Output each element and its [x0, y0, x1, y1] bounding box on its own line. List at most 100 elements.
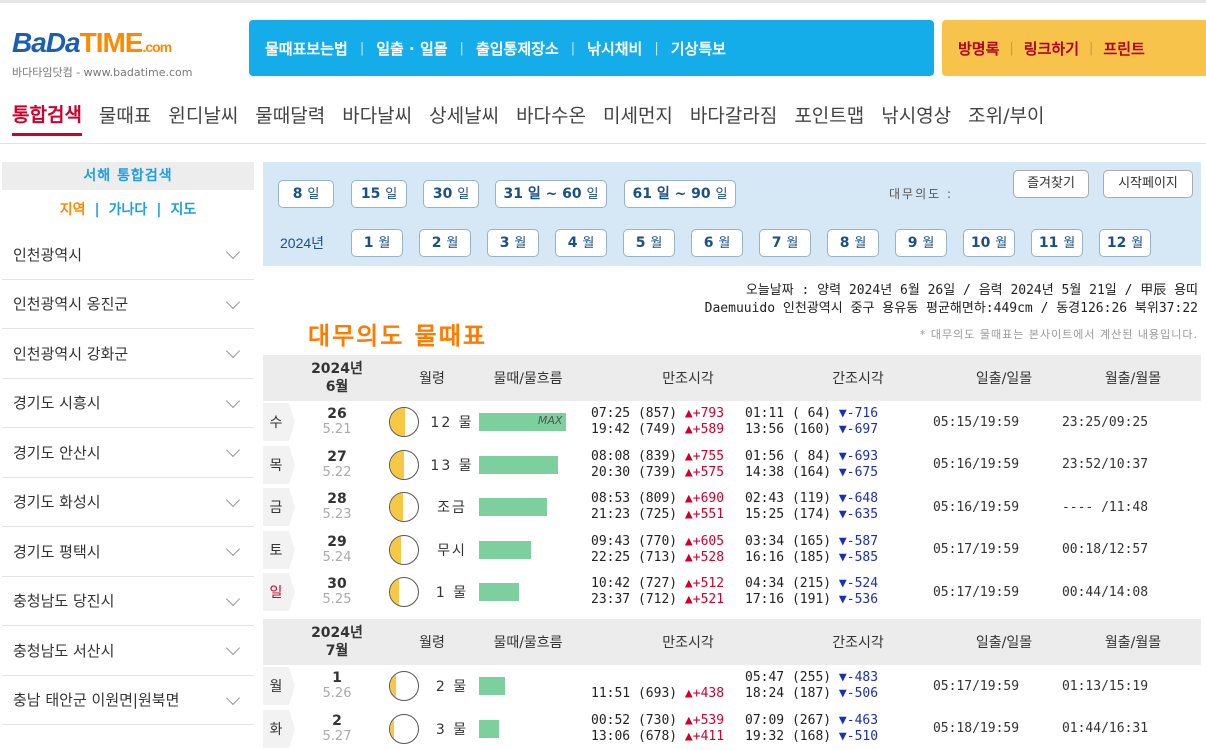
high-tide-line: 19:42 (749) ▲+589 — [591, 422, 745, 438]
topnav-item[interactable]: 기상특보 — [671, 38, 726, 59]
main-tab[interactable]: 바다갈라짐 — [690, 101, 777, 134]
high-tide-time: 13:06 (678) — [591, 729, 685, 744]
main-tab[interactable]: 상세날씨 — [429, 101, 499, 134]
favorite-button[interactable]: 즐겨찾기 — [1013, 170, 1089, 198]
range-number: 61 일 ~ 90 — [632, 186, 715, 202]
region-label: 경기도 시흥시 — [13, 392, 101, 413]
month-button[interactable]: 1 월 — [351, 229, 403, 257]
date-cell: 275.22 — [291, 449, 383, 481]
low-tide-line: 04:34 (215) ▼-524 — [745, 576, 915, 592]
month-button[interactable]: 12 월 — [1099, 229, 1151, 257]
topnav-item[interactable]: 물때표보는법 — [265, 38, 348, 59]
sidebar-region-item[interactable]: 충청남도 서산시 — [2, 626, 254, 676]
utility-link[interactable]: 프린트 — [1103, 38, 1144, 59]
month-button[interactable]: 5 월 — [623, 229, 675, 257]
high-tide-diff: ▲+528 — [685, 550, 724, 565]
homepage-button[interactable]: 시작페이지 — [1103, 170, 1193, 198]
moon-phase-icon — [389, 714, 419, 744]
utility-link[interactable]: 링크하기 — [1024, 38, 1079, 59]
topnav-item[interactable]: 일출 · 일몰 — [376, 38, 447, 59]
sunrise-sunset: 05:16/19:59 — [915, 457, 1037, 472]
main-tab[interactable]: 조위/부이 — [968, 101, 1044, 134]
weekday-label: 목 — [263, 446, 289, 484]
sidebar-region-item[interactable]: 경기도 평택시 — [2, 527, 254, 577]
main-tab[interactable]: 바다수온 — [516, 101, 586, 134]
chevron-down-icon — [226, 691, 240, 705]
sidebar-region-item[interactable]: 인천광역시 옹진군 — [2, 280, 254, 330]
main-tab[interactable]: 윈디날씨 — [168, 101, 238, 134]
tide-cell: 13 물 — [425, 455, 575, 475]
topnav-item[interactable]: 출입통제장소 — [476, 38, 559, 59]
range-button[interactable]: 31 일 ~ 60 일 — [495, 180, 607, 208]
sort-region-link[interactable]: 지역 — [60, 202, 86, 218]
month-button[interactable]: 10 월 — [963, 229, 1015, 257]
moon-lit-area — [390, 578, 399, 606]
month-button[interactable]: 3 월 — [487, 229, 539, 257]
solar-date: 2 — [291, 713, 383, 729]
month-button[interactable]: 8 월 — [827, 229, 879, 257]
low-tide-diff: ▼-716 — [839, 406, 878, 421]
moon-lit-area — [390, 408, 405, 436]
high-tide-time: 23:37 (712) — [591, 592, 685, 607]
high-tide-line: 09:43 (770) ▲+605 — [591, 534, 745, 550]
month-button[interactable]: 11 월 — [1031, 229, 1083, 257]
sidebar-region-item[interactable]: 경기도 화성시 — [2, 478, 254, 528]
moonrise-moonset: 23:25/09:25 — [1037, 415, 1173, 430]
month-button[interactable]: 4 월 — [555, 229, 607, 257]
low-tide-diff: ▼-693 — [839, 449, 878, 464]
topnav-item[interactable]: 낚시채비 — [587, 38, 642, 59]
site-logo[interactable]: BaDaTIME.com 바다타임닷컴 - www.badatime.com — [12, 28, 192, 80]
low-tide-time: 17:16 (191) — [745, 592, 839, 607]
moon-phase-icon — [389, 535, 419, 565]
site-header: BaDaTIME.com 바다타임닷컴 - www.badatime.com 물… — [0, 0, 1206, 90]
high-tide-diff: ▲+438 — [685, 686, 724, 701]
tide-cell: 2 물 — [425, 676, 575, 696]
month-button[interactable]: 2 월 — [419, 229, 471, 257]
low-tide-cell: 01:11 ( 64) ▼-71613:56 (160) ▼-697 — [745, 406, 915, 438]
main-tab[interactable]: 통합검색 — [12, 100, 82, 136]
high-tide-cell: 08:08 (839) ▲+75520:30 (739) ▲+575 — [575, 449, 745, 481]
moon-lit-area — [390, 715, 394, 743]
sidebar-region-item[interactable]: 인천광역시 — [2, 230, 254, 280]
sunrise-sunset: 05:18/19:59 — [915, 721, 1037, 736]
sidebar-region-item[interactable]: 충청남도 당진시 — [2, 577, 254, 627]
date-info: 오늘날짜 : 양력 2024년 6월 26일 / 음력 2024년 5월 21일… — [705, 282, 1198, 344]
sidebar-region-item[interactable]: 인천광역시 강화군 — [2, 329, 254, 379]
main-tab[interactable]: 물때달력 — [255, 101, 325, 134]
range-button[interactable]: 61 일 ~ 90 일 — [624, 180, 736, 208]
low-tide-time: 01:56 ( 84) — [745, 449, 839, 464]
main-tab[interactable]: 미세먼지 — [603, 101, 673, 134]
solar-date: 28 — [291, 491, 383, 507]
region-label: 충청남도 당진시 — [13, 590, 114, 611]
tide-flow-bar — [479, 541, 531, 559]
main-tab[interactable]: 포인트맵 — [794, 101, 864, 134]
sidebar-region-item[interactable]: 경기도 안산시 — [2, 428, 254, 478]
month-label-year: 2024년 — [263, 624, 411, 642]
high-tide-time: 19:42 (749) — [591, 422, 685, 437]
high-tide-diff: ▲+605 — [685, 534, 724, 549]
logo-text: BaDaTIME.com — [12, 28, 192, 62]
month-button[interactable]: 6 월 — [691, 229, 743, 257]
high-tide-line: 07:25 (857) ▲+793 — [591, 406, 745, 422]
month-button[interactable]: 9 월 — [895, 229, 947, 257]
tide-cell: 12 물MAX — [425, 412, 575, 432]
range-button[interactable]: 8 일 — [278, 180, 334, 208]
range-button[interactable]: 30 일 — [423, 180, 479, 208]
sidebar-region-item[interactable]: 경기도 시흥시 — [2, 379, 254, 429]
solar-date: 1 — [291, 670, 383, 686]
main-tab[interactable]: 낚시영상 — [881, 101, 951, 134]
lunar-date: 5.22 — [291, 465, 383, 481]
sort-alpha-link[interactable]: 가나다 — [109, 202, 148, 218]
low-tide-time: 04:34 (215) — [745, 576, 839, 591]
month-number: 12 — [1107, 235, 1131, 251]
sort-map-link[interactable]: 지도 — [170, 202, 196, 218]
main-tab[interactable]: 물때표 — [99, 101, 151, 134]
weekday-cell: 일 — [263, 573, 291, 611]
top-utility-bar: 방명록|링크하기|프린트 — [942, 20, 1206, 76]
month-button[interactable]: 7 월 — [759, 229, 811, 257]
main-tab[interactable]: 바다날씨 — [342, 101, 412, 134]
sidebar-region-item[interactable]: 충남 태안군 이원면|원북면 — [2, 676, 254, 726]
month-number: 1 — [364, 235, 379, 251]
utility-link[interactable]: 방명록 — [958, 38, 999, 59]
range-button[interactable]: 15 일 — [351, 180, 407, 208]
